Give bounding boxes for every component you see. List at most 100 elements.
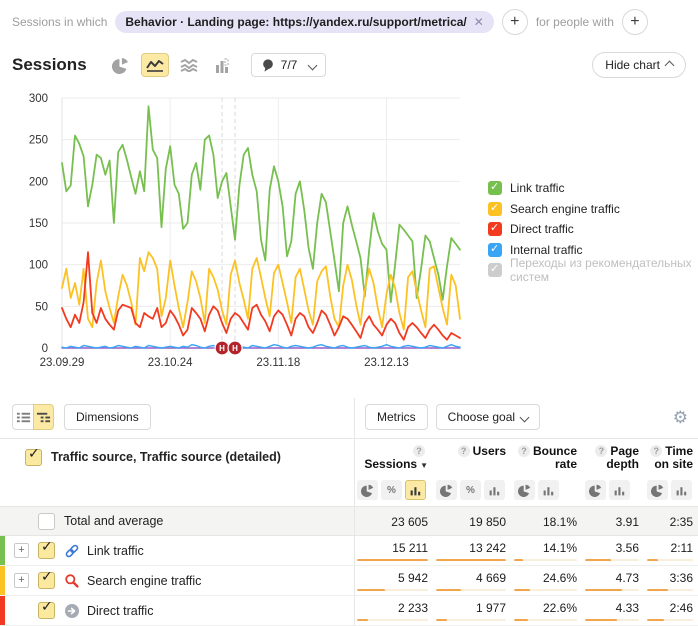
row-label-cell: + Search engine traffic: [0, 566, 355, 595]
legend-item[interactable]: Direct traffic: [488, 219, 698, 240]
y-axis-tick: 100: [29, 260, 48, 272]
series-line[interactable]: [62, 252, 460, 340]
row-color-strip: [0, 566, 5, 595]
add-session-condition-button[interactable]: +: [502, 9, 528, 35]
dimensions-button[interactable]: Dimensions: [64, 404, 151, 430]
percent-toggle-button[interactable]: %: [460, 480, 481, 500]
pie-toggle-button[interactable]: [514, 480, 535, 500]
line-chart-icon[interactable]: [141, 53, 169, 77]
chart-legend: Link trafficSearch engine trafficDirect …: [488, 178, 698, 281]
table-row[interactable]: + Link traffic 15 21113 24214.1%3.562:11: [0, 536, 698, 566]
sort-desc-icon: ▼: [420, 461, 428, 470]
legend-checkbox-icon[interactable]: [488, 222, 502, 236]
stacked-area-chart-icon[interactable]: [175, 53, 203, 77]
legend-checkbox-icon[interactable]: [488, 263, 502, 277]
row-checkbox[interactable]: [38, 513, 55, 530]
table-row[interactable]: Direct traffic 2 2331 97722.6%4.332:46: [0, 596, 698, 626]
metric-display-toggles: [514, 480, 577, 500]
annotations-dropdown[interactable]: 7/7: [251, 53, 327, 77]
metrics-button[interactable]: Metrics: [365, 404, 428, 430]
legend-item[interactable]: Search engine traffic: [488, 199, 698, 220]
bars-toggle-button[interactable]: [484, 480, 505, 500]
row-color-strip: [0, 596, 5, 625]
help-icon[interactable]: ?: [518, 445, 530, 457]
legend-label: Переходы из рекомендательных систем: [510, 256, 698, 284]
metric-value-cell: 15 211: [355, 536, 434, 565]
series-line[interactable]: [62, 106, 460, 302]
row-values: 2 2331 97722.6%4.332:46: [355, 596, 698, 625]
pie-toggle-button[interactable]: [357, 480, 378, 500]
dimension-header-checkbox[interactable]: [25, 449, 42, 466]
y-axis-tick: 250: [29, 135, 48, 147]
legend-checkbox-icon[interactable]: [488, 243, 502, 257]
table-row[interactable]: +Search engine traffic5 9424 66924.6%4.7…: [0, 566, 698, 596]
hide-chart-button[interactable]: Hide chart: [592, 52, 686, 78]
row-label[interactable]: Total and average: [64, 514, 163, 528]
add-people-condition-button[interactable]: +: [622, 9, 648, 35]
pie-toggle-icon: [440, 484, 453, 497]
help-icon[interactable]: ?: [458, 445, 470, 457]
metric-value: 2:11: [647, 541, 693, 555]
settings-gear-icon[interactable]: ⚙: [673, 409, 688, 426]
metric-value: 22.6%: [514, 601, 577, 615]
tree-view-button[interactable]: [33, 404, 54, 430]
choose-goal-label: Choose goal: [448, 410, 515, 424]
row-label[interactable]: Direct traffic: [87, 604, 153, 618]
legend-item[interactable]: Link traffic: [488, 178, 698, 199]
bars-toggle-button[interactable]: [405, 480, 426, 500]
segment-chip[interactable]: Behavior · Landing page: https://yandex.…: [115, 11, 493, 33]
view-switcher: [12, 404, 54, 430]
row-label[interactable]: Link traffic: [87, 544, 144, 558]
annotation-marker[interactable]: Н: [228, 341, 242, 355]
pie-toggle-button[interactable]: [436, 480, 457, 500]
choose-goal-dropdown[interactable]: Choose goal: [436, 404, 540, 430]
bars-toggle-button[interactable]: [538, 480, 559, 500]
help-icon[interactable]: ?: [650, 445, 662, 457]
row-checkbox[interactable]: [38, 542, 55, 559]
line-chart-canvas[interactable]: 05010015020025030023.09.2923.10.2423.11.…: [4, 88, 478, 379]
chip-close-icon[interactable]: ✕: [474, 15, 484, 29]
metric-display-toggles: [585, 480, 639, 500]
annotation-marker[interactable]: Н: [215, 341, 229, 355]
series-line[interactable]: [62, 252, 460, 330]
percent-toggle-icon: %: [466, 485, 475, 496]
pie-toggle-icon: [518, 484, 531, 497]
bars-toggle-icon: [675, 484, 688, 497]
metric-column-label[interactable]: ?Page depth: [585, 445, 639, 471]
total-row[interactable]: Total and average23 60519 85018.1%3.912:…: [0, 506, 698, 536]
row-checkbox[interactable]: [38, 602, 55, 619]
legend-checkbox-icon[interactable]: [488, 202, 502, 216]
metric-column-label[interactable]: ?Sessions▼: [357, 445, 428, 472]
expand-row-button[interactable]: +: [14, 543, 29, 558]
column-chart-icon[interactable]: [209, 53, 237, 77]
expand-row-button[interactable]: +: [14, 573, 29, 588]
list-view-button[interactable]: [12, 404, 33, 430]
metric-value: 23 605: [357, 515, 428, 529]
bars-toggle-button[interactable]: [609, 480, 630, 500]
pie-toggle-button[interactable]: [585, 480, 606, 500]
metric-value-cell: 4 669: [434, 566, 512, 595]
legend-checkbox-icon[interactable]: [488, 181, 502, 195]
legend-item[interactable]: Переходы из рекомендательных систем: [488, 260, 698, 281]
row-checkbox[interactable]: [38, 572, 55, 589]
pie-toggle-button[interactable]: [647, 480, 668, 500]
metric-column-label[interactable]: ?Time on site: [647, 445, 693, 471]
help-icon[interactable]: ?: [413, 445, 425, 457]
bars-toggle-button[interactable]: [671, 480, 692, 500]
percent-toggle-button[interactable]: %: [381, 480, 402, 500]
metric-value-cell: 1 977: [434, 596, 512, 625]
row-values: 15 21113 24214.1%3.562:11: [355, 536, 698, 565]
metric-column-label[interactable]: ?Users: [436, 445, 506, 458]
y-axis-tick: 150: [29, 218, 48, 230]
metric-column-label[interactable]: ?Bounce rate: [514, 445, 577, 471]
help-icon[interactable]: ?: [595, 445, 607, 457]
metric-column-header: ?Sessions▼%: [355, 445, 434, 506]
pie-chart-icon[interactable]: [107, 53, 135, 77]
x-axis-tick: 23.10.24: [148, 357, 193, 369]
row-label[interactable]: Search engine traffic: [87, 574, 201, 588]
metric-value-cell: 22.6%: [512, 596, 583, 625]
comment-bubble-icon: [261, 58, 275, 72]
y-axis-tick: 50: [35, 301, 48, 313]
metric-value: 2:46: [647, 601, 693, 615]
metric-bar: [357, 589, 428, 591]
